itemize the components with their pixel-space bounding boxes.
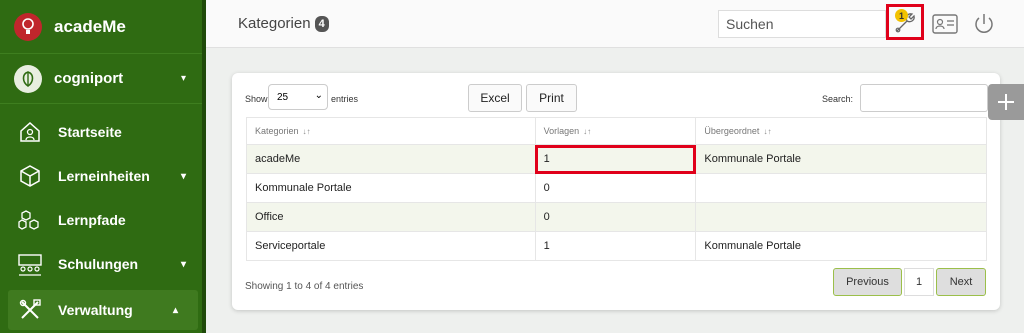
show-label: Show [245,94,268,104]
chevron-down-icon: ▾ [180,73,186,84]
sidebar-item-lerneinheiten[interactable]: Lerneinheiten ▾ [0,154,206,198]
search-input[interactable] [718,10,886,38]
table-cell: Serviceportale [246,231,536,261]
table-header-row: Kategorien ↓↑ Vorlagen ↓↑ Übergeordnet ↓↑ [246,117,987,145]
page-size-value: 25 [277,91,289,103]
table-cell: Kommunale Portale [695,231,987,261]
sidebar-divider [202,0,206,333]
table-info: Showing 1 to 4 of 4 entries [245,281,364,292]
page-size-select[interactable]: 25 ⌄ [268,84,328,110]
table-cell: Kommunale Portale [246,173,536,203]
academe-logo-icon [14,12,42,41]
count-badge: 4 [314,15,329,32]
page-title-text: Kategorien [238,15,311,32]
table-cell: 1 [534,231,697,261]
sidebar-item-label: Lerneinheiten [58,168,150,184]
column-header-kategorien[interactable]: Kategorien ↓↑ [246,117,536,145]
table-cell: 0 [534,202,697,232]
top-bar: Kategorien 4 1 [206,0,1024,48]
table-cell: Office [246,202,536,232]
sort-icon: ↓↑ [302,127,311,136]
chevron-up-icon: ▴ [172,304,178,316]
cubes-icon [16,206,44,234]
page-1-button[interactable]: 1 [904,268,934,296]
excel-button[interactable]: Excel [468,84,522,112]
table-search-input[interactable] [860,84,988,112]
home-icon [16,118,44,146]
next-button[interactable]: Next [936,268,986,296]
previous-button[interactable]: Previous [833,268,902,296]
table-cell: acadeMe [246,144,536,174]
table-row[interactable]: Office 0 [246,202,987,232]
table-cell: 0 [534,173,697,203]
sidebar-item-label: Startseite [58,124,122,140]
table-row[interactable]: acadeMe 1 Kommunale Portale [246,144,987,174]
classroom-icon [16,250,44,278]
sidebar-item-verwaltung[interactable]: Verwaltung ▴ [8,290,198,330]
categories-table: Kategorien ↓↑ Vorlagen ↓↑ Übergeordnet ↓↑ a… [246,117,987,261]
page-title: Kategorien 4 [238,15,329,32]
column-header-uebergeordnet[interactable]: Übergeordnet ↓↑ [695,117,987,145]
sidebar-item-startseite[interactable]: Startseite [0,110,206,154]
table-cell: Kommunale Portale [695,144,987,174]
chevron-down-icon: ▾ [180,170,186,182]
org-switcher[interactable]: cogniport ▾ [0,54,206,104]
notification-badge: 1 [895,9,908,22]
sidebar: acadeMe cogniport ▾ Startseite Lerneinhe… [0,0,206,333]
print-button[interactable]: Print [526,84,577,112]
sidebar-item-label: Verwaltung [58,302,133,318]
sidebar-item-label: Schulungen [58,256,139,272]
brand-title: acadeMe [54,16,126,36]
table-search-label: Search: [822,94,854,104]
entries-label: entries [331,94,359,104]
power-icon[interactable] [972,12,996,41]
id-card-icon[interactable] [932,14,958,39]
org-label: cogniport [54,70,124,87]
add-button[interactable] [988,84,1024,120]
cube-icon [16,162,44,190]
chevron-down-icon: ⌄ [314,90,323,101]
tools-icon [16,296,44,324]
plus-icon [998,94,1014,110]
table-cell [695,173,987,203]
sort-icon: ↓↑ [583,127,592,136]
cogniport-logo-icon [14,64,42,93]
table-cell [695,202,987,232]
column-header-vorlagen[interactable]: Vorlagen ↓↑ [534,117,697,145]
table-cell-highlighted: 1 [534,144,697,174]
chevron-down-icon: ▾ [180,258,186,270]
brand[interactable]: acadeMe [0,0,206,54]
categories-card: Show 25 ⌄ entries Excel Print Search: Ka… [232,73,1000,310]
notification-button[interactable]: 1 [886,4,924,40]
table-row[interactable]: Serviceportale 1 Kommunale Portale [246,231,987,261]
table-row[interactable]: Kommunale Portale 0 [246,173,987,203]
sort-icon: ↓↑ [763,127,772,136]
sidebar-item-schulungen[interactable]: Schulungen ▾ [0,242,206,286]
sidebar-item-label: Lernpfade [58,212,126,228]
sidebar-item-lernpfade[interactable]: Lernpfade [0,198,206,242]
